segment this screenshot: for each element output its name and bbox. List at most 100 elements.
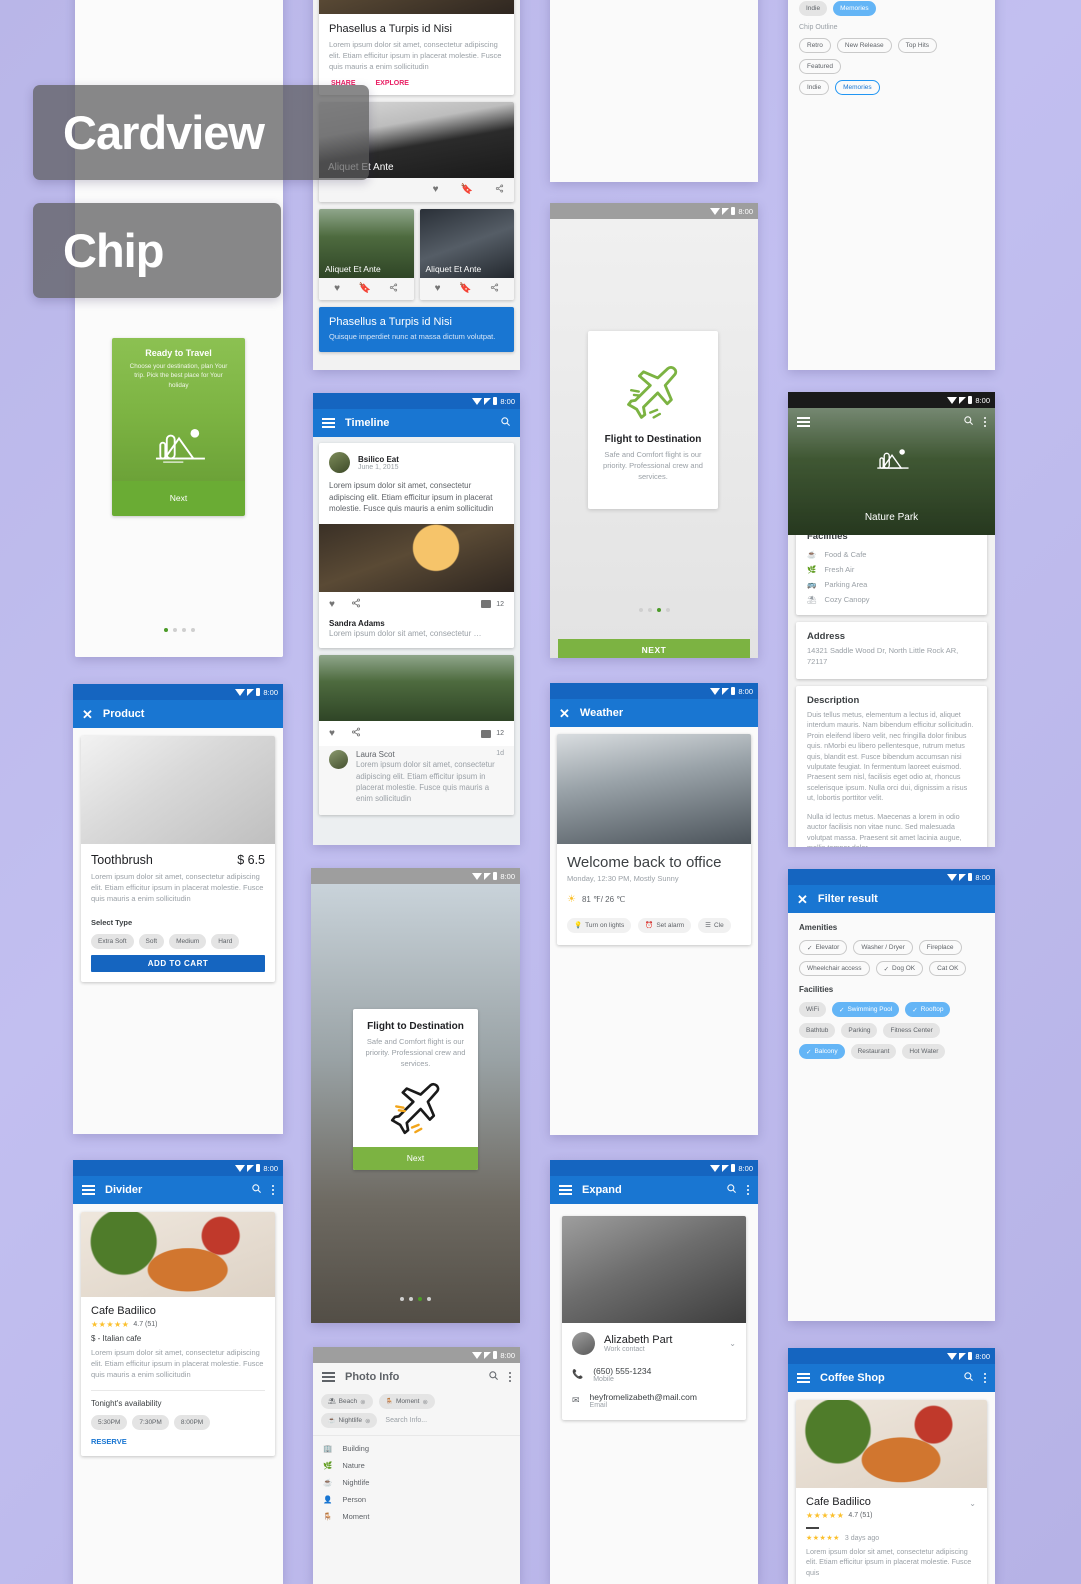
amenity-chip[interactable]: ✓ Dog OK bbox=[875, 961, 924, 976]
facility-chip[interactable]: ✓ Rooftop bbox=[905, 1002, 951, 1017]
travel-next-button[interactable]: Next bbox=[112, 481, 245, 516]
facility-chip[interactable]: Restaurant bbox=[850, 1044, 897, 1059]
favorite-icon[interactable]: ♥ bbox=[433, 184, 439, 195]
blue-card-title: Phasellus a Turpis id Nisi bbox=[329, 315, 452, 328]
amenity-chip[interactable]: Wheelchair access bbox=[799, 961, 870, 976]
share-icon[interactable] bbox=[389, 283, 398, 295]
amenity-chip[interactable]: Washer / Dryer bbox=[853, 940, 913, 955]
time-slot-chip[interactable]: 5:30PM bbox=[91, 1414, 128, 1430]
flight-page-indicator[interactable] bbox=[550, 608, 758, 612]
menu-icon[interactable] bbox=[322, 1372, 335, 1382]
chevron-down-icon[interactable]: ⌄ bbox=[969, 1499, 976, 1508]
outline-chip[interactable]: Indie bbox=[799, 80, 830, 95]
overflow-menu-icon[interactable] bbox=[271, 1185, 274, 1195]
amenity-chip[interactable]: Cat OK bbox=[929, 961, 967, 976]
menu-icon[interactable] bbox=[797, 1373, 810, 1383]
share-icon[interactable] bbox=[490, 283, 499, 295]
list-item[interactable]: 👤 Person bbox=[321, 1491, 512, 1508]
action-chip-alarm[interactable]: ⏰ Set alarm bbox=[638, 917, 692, 933]
time-slot-chip[interactable]: 8:00PM bbox=[173, 1414, 211, 1430]
list-item[interactable]: 🌿 Nature bbox=[321, 1457, 512, 1474]
search-input[interactable]: Search Info... bbox=[385, 1417, 427, 1424]
list-item[interactable]: 🏢 Building bbox=[321, 1440, 512, 1457]
add-to-cart-button[interactable]: ADD TO CART bbox=[91, 954, 265, 972]
menu-icon[interactable] bbox=[82, 1185, 95, 1195]
overflow-menu-icon[interactable] bbox=[746, 1185, 749, 1195]
bookmark-icon[interactable]: 🔖 bbox=[461, 184, 473, 195]
facility-chip[interactable]: Fitness Center bbox=[883, 1023, 940, 1038]
favorite-icon[interactable]: ♥ bbox=[329, 728, 335, 739]
comment-icon[interactable] bbox=[481, 729, 492, 738]
search-icon[interactable] bbox=[500, 416, 511, 430]
amenity-chip[interactable]: ✓ Elevator bbox=[799, 940, 848, 955]
post-author: Bsilico Eat bbox=[358, 454, 399, 464]
status-bar: 8:00 bbox=[550, 203, 758, 219]
review-text: Lorem ipsum dolor sit amet, consectetur … bbox=[806, 1547, 972, 1577]
mail-icon: ✉ bbox=[572, 1395, 580, 1405]
review-stars: ★★★★★ bbox=[806, 1535, 840, 1542]
filter-chip-beach[interactable]: ⛱ Beach ⊗ bbox=[321, 1394, 373, 1409]
chip-row-7: Indie Memories bbox=[799, 80, 984, 95]
list-item[interactable]: ☕ Nightlife bbox=[321, 1474, 512, 1491]
reserve-button[interactable]: RESERVE bbox=[91, 1437, 265, 1446]
menu-icon[interactable] bbox=[559, 1185, 572, 1195]
explore-action[interactable]: EXPLORE bbox=[376, 80, 409, 87]
overflow-menu-icon[interactable] bbox=[983, 1373, 986, 1383]
office-image bbox=[557, 734, 751, 844]
action-chip-clear[interactable]: ☰ Cle bbox=[698, 917, 731, 933]
time-slot-chip[interactable]: 7:30PM bbox=[132, 1414, 169, 1430]
search-icon[interactable] bbox=[963, 1371, 974, 1385]
filter-chip-moment[interactable]: 🪑 Moment ⊗ bbox=[378, 1394, 435, 1409]
filter-chip-nightlife[interactable]: ☕ Nightlife ⊗ bbox=[321, 1413, 378, 1428]
flight-next-button[interactable]: Next bbox=[353, 1147, 478, 1171]
favorite-icon[interactable]: ♥ bbox=[334, 283, 340, 294]
overflow-menu-icon[interactable] bbox=[508, 1372, 511, 1382]
overflow-menu-icon[interactable] bbox=[983, 417, 986, 427]
chevron-down-icon[interactable]: ⌄ bbox=[729, 1339, 736, 1348]
menu-icon[interactable] bbox=[322, 418, 335, 428]
menu-icon[interactable] bbox=[797, 417, 810, 427]
type-chip[interactable]: Hard bbox=[211, 933, 240, 949]
search-icon[interactable] bbox=[726, 1183, 737, 1197]
remove-icon[interactable]: ⊗ bbox=[422, 1398, 427, 1406]
list-item[interactable]: 🪑 Moment bbox=[321, 1508, 512, 1525]
remove-icon[interactable]: ⊗ bbox=[360, 1398, 365, 1406]
category-chip[interactable]: Memories bbox=[833, 1, 876, 16]
share-icon[interactable] bbox=[351, 598, 361, 611]
facility-chip[interactable]: ✓ Balcony bbox=[799, 1044, 845, 1059]
remove-icon[interactable]: ⊗ bbox=[365, 1417, 370, 1425]
close-icon[interactable]: ✕ bbox=[82, 708, 93, 721]
flight-page-indicator[interactable] bbox=[311, 1297, 520, 1301]
type-chip[interactable]: Soft bbox=[138, 933, 165, 949]
amenity-chip[interactable]: Fireplace bbox=[918, 940, 962, 955]
favorite-icon[interactable]: ♥ bbox=[435, 283, 441, 294]
outline-chip[interactable]: Retro bbox=[799, 38, 831, 53]
type-chip[interactable]: Medium bbox=[169, 933, 207, 949]
outline-chip[interactable]: Featured bbox=[799, 59, 842, 74]
weather-card: Welcome back to office Monday, 12:30 PM,… bbox=[557, 734, 751, 945]
facility-chip[interactable]: Parking bbox=[841, 1023, 878, 1038]
search-icon[interactable] bbox=[963, 415, 974, 429]
favorite-icon[interactable]: ♥ bbox=[329, 599, 335, 610]
bookmark-icon[interactable]: 🔖 bbox=[358, 283, 370, 294]
share-icon[interactable] bbox=[495, 184, 504, 196]
bookmark-icon[interactable]: 🔖 bbox=[459, 283, 471, 294]
outline-chip[interactable]: Memories bbox=[835, 80, 880, 95]
search-icon[interactable] bbox=[251, 1183, 262, 1197]
outline-chip[interactable]: New Release bbox=[836, 38, 892, 53]
close-icon[interactable]: ✕ bbox=[559, 707, 570, 720]
category-chip[interactable]: Indie bbox=[799, 1, 828, 16]
comment-icon[interactable] bbox=[481, 600, 492, 609]
close-icon[interactable]: ✕ bbox=[797, 893, 808, 906]
share-icon[interactable] bbox=[351, 727, 361, 740]
type-chip[interactable]: Extra Soft bbox=[91, 933, 134, 949]
flight-next-button[interactable]: NEXT bbox=[558, 639, 750, 658]
facility-chip[interactable]: WiFi bbox=[799, 1002, 826, 1017]
action-chip-lights[interactable]: 💡 Turn on lights bbox=[567, 917, 632, 933]
facility-chip[interactable]: Bathtub bbox=[799, 1023, 836, 1038]
search-icon[interactable] bbox=[488, 1370, 499, 1384]
facility-chip[interactable]: Hot Water bbox=[902, 1044, 946, 1059]
facility-chip[interactable]: ✓ Swimming Pool bbox=[832, 1002, 900, 1017]
outline-chip[interactable]: Top Hits bbox=[897, 38, 938, 53]
travel-page-indicator[interactable] bbox=[75, 628, 283, 632]
